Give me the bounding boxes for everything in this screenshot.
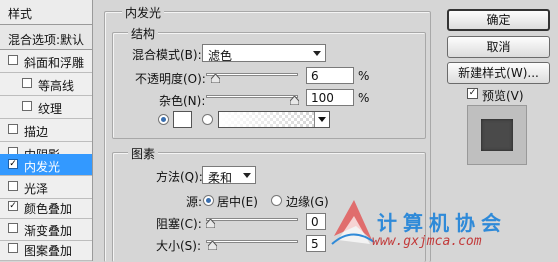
noise-input[interactable]: 100 [306, 89, 354, 106]
chevron-down-icon[interactable] [314, 112, 329, 127]
style-item-color-overlay[interactable]: ✓ 颜色叠加 [0, 196, 92, 219]
cancel-button[interactable]: 取消 [447, 36, 550, 58]
checkbox-pattern-overlay[interactable] [8, 243, 18, 253]
blend-options-label: 混合选项:默认 [8, 33, 85, 47]
style-item-label: 等高线 [38, 79, 75, 93]
checkbox-satin[interactable] [8, 181, 18, 191]
preview-checkbox[interactable]: ✓ [467, 88, 478, 99]
style-item-pattern-overlay[interactable]: 图案叠加 [0, 238, 92, 261]
style-item-texture[interactable]: 纹理 [0, 96, 92, 119]
color-radio[interactable] [158, 114, 169, 125]
choke-slider-thumb[interactable] [206, 219, 215, 228]
size-input[interactable]: 5 [306, 235, 326, 252]
style-item-inner-glow[interactable]: ✓ 内发光 [0, 154, 92, 176]
choke-value: 0 [311, 215, 319, 229]
styles-list: 样式 混合选项:默认 斜面和浮雕 等高线 纹理 描边 内阴影 ✓ 内发光 光泽 … [0, 0, 93, 261]
chevron-down-icon [243, 173, 251, 178]
glow-color-swatch[interactable] [173, 111, 192, 128]
glow-gradient-picker[interactable] [218, 111, 330, 128]
choke-slider[interactable] [206, 218, 298, 221]
style-item-label: 光泽 [24, 182, 49, 196]
watermark-url: www.gxjmca.com [372, 234, 482, 249]
structure-title: 结构 [128, 25, 159, 42]
checkbox-inner-glow[interactable]: ✓ [8, 159, 18, 169]
size-label: 大小(S): [156, 239, 202, 253]
style-item-label: 纹理 [38, 102, 63, 116]
style-item-contour[interactable]: 等高线 [0, 73, 92, 96]
method-label: 方法(Q): [156, 170, 203, 184]
choke-input[interactable]: 0 [306, 213, 326, 230]
checkbox-stroke[interactable] [8, 124, 18, 134]
opacity-label: 不透明度(O): [135, 72, 206, 86]
noise-unit: % [358, 91, 370, 105]
source-center-radio[interactable] [203, 195, 214, 206]
watermark-logo-icon [331, 200, 375, 245]
source-edge-label: 边缘(G) [286, 195, 329, 209]
source-center-label: 居中(E) [217, 195, 258, 209]
source-edge-radio[interactable] [271, 195, 282, 206]
style-item-bevel-emboss[interactable]: 斜面和浮雕 [0, 50, 92, 73]
blend-options-item[interactable]: 混合选项:默认 [0, 25, 92, 50]
elements-title: 图素 [128, 145, 159, 162]
watermark-title: 计算机协会 [377, 211, 507, 235]
panel-title: 内发光 [122, 4, 165, 21]
style-item-label: 描边 [24, 125, 49, 139]
noise-label: 杂色(N): [159, 94, 206, 108]
style-item-label: 图案叠加 [24, 244, 73, 258]
checkbox-texture[interactable] [22, 101, 32, 111]
blend-mode-select[interactable]: 滤色 [202, 44, 326, 63]
noise-slider[interactable] [206, 95, 298, 98]
checkbox-bevel-emboss[interactable] [8, 55, 18, 65]
style-item-stroke[interactable]: 描边 [0, 119, 92, 142]
preview-label: 预览(V) [482, 89, 524, 103]
noise-slider-thumb[interactable] [290, 96, 299, 105]
checkbox-contour[interactable] [22, 78, 32, 88]
opacity-input[interactable]: 6 [306, 67, 354, 84]
styles-header[interactable]: 样式 [0, 0, 92, 25]
checkbox-color-overlay[interactable]: ✓ [8, 201, 18, 211]
method-value: 柔和 [208, 171, 233, 185]
size-slider-thumb[interactable] [207, 241, 217, 250]
source-label: 源: [186, 195, 203, 209]
method-select[interactable]: 柔和 [202, 166, 256, 185]
style-item-label: 颜色叠加 [24, 202, 73, 216]
style-item-label: 斜面和浮雕 [24, 56, 85, 70]
blend-mode-value: 滤色 [208, 49, 233, 63]
size-slider[interactable] [206, 240, 298, 243]
preview-swatch [481, 119, 513, 151]
opacity-unit: % [358, 69, 370, 83]
gradient-radio[interactable] [202, 114, 213, 125]
checkbox-gradient-overlay[interactable] [8, 223, 18, 233]
size-value: 5 [311, 237, 319, 251]
chevron-down-icon [313, 51, 321, 56]
style-item-label: 渐变叠加 [24, 224, 73, 238]
opacity-slider-thumb[interactable] [211, 74, 221, 83]
styles-header-label: 样式 [8, 7, 33, 21]
opacity-value: 6 [311, 69, 319, 83]
style-item-label: 内发光 [24, 160, 61, 174]
new-style-button[interactable]: 新建样式(W)... [447, 62, 550, 84]
noise-value: 100 [311, 91, 334, 105]
blend-mode-label: 混合模式(B): [132, 48, 202, 62]
style-preview [467, 105, 527, 165]
ok-button[interactable]: 确定 [447, 9, 550, 31]
choke-label: 阻塞(C): [156, 217, 202, 231]
